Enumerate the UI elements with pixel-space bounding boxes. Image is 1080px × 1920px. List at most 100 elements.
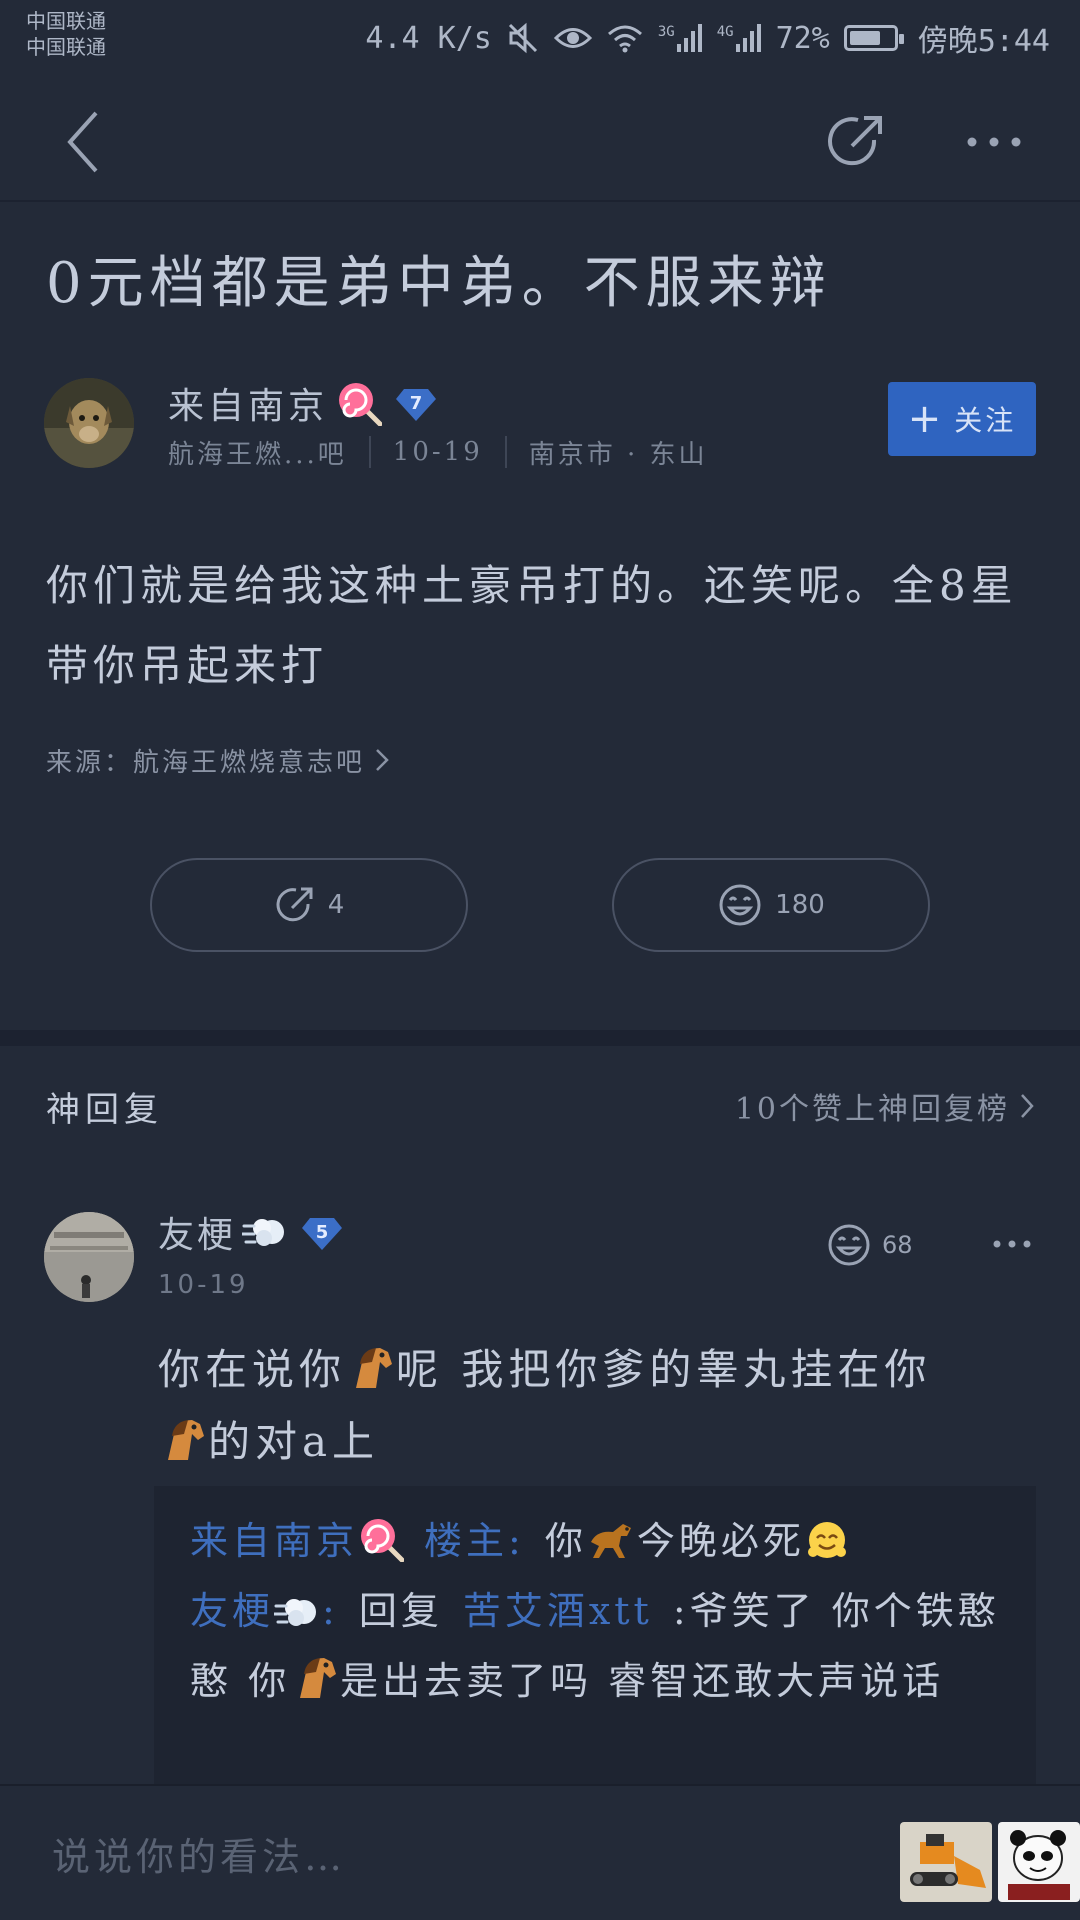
op-tag: 楼主: [424,1519,525,1563]
subreply-colon: : [322,1589,339,1633]
reply-avatar[interactable] [44,1212,134,1302]
reply-like-button[interactable]: 68 [826,1220,913,1270]
chevron-right-icon [376,749,389,771]
bulldozer-sticker-button[interactable] [900,1822,992,1902]
horse-emoji-icon [300,1658,337,1698]
share-count: 4 [327,890,345,920]
follow-button[interactable]: + 关注 [888,382,1036,456]
reply-more-button[interactable] [990,1226,1034,1262]
panda-sticker-icon [998,1822,1080,1902]
signal-4g: 4G [717,24,762,52]
more-button[interactable] [956,104,1032,180]
clock: 傍晚5:44 [917,24,1050,59]
reply-word: 回复 [358,1589,443,1633]
subreply-text: 你 [544,1519,587,1563]
signal-3g: 3G [658,24,703,52]
author-name[interactable]: 来自南京 7 [168,378,437,428]
reply-date: 10-19 [158,1270,249,1300]
lollipop-emoji-icon [339,383,383,426]
post-date: 10-19 [392,437,483,467]
reply-text-3: 的对a上 [208,1417,380,1466]
comment-bar: 说说你的看法… [0,1784,1080,1920]
signal-bars-icon [735,24,761,52]
comment-input[interactable]: 说说你的看法… [52,1826,346,1881]
meta-separator [368,436,371,468]
carrier-2: 中国联通 [26,35,106,59]
author-meta: 航海王燃...吧 10-19 南京市 · 东山 [168,434,708,470]
author-name-text: 来自南京 [168,386,329,427]
like-pill-button[interactable]: 180 [612,858,930,952]
god-reply-rank-label: 10个赞上神回复榜 [734,1092,1010,1127]
reply-text-2: 呢 我把你爹的睾丸挂在你 [396,1345,932,1394]
signal-3g-label: 3G [657,24,675,40]
level-badge: 5 [302,1212,343,1252]
subreply-text: 是出去卖了吗 睿智还敢大声说话 [340,1659,945,1703]
god-reply-header: 神回复 10个赞上神回复榜 [46,1078,1036,1134]
horse-emoji-icon [168,1420,204,1460]
share-button[interactable] [818,104,894,180]
post-location: 南京市 · 东山 [528,439,708,470]
chevron-right-icon [1021,1094,1034,1118]
section-divider [0,1030,1080,1046]
meta-separator [504,436,507,468]
reply-author-name: 友梗 [158,1215,237,1256]
panda-sticker-button[interactable] [998,1822,1080,1902]
crowd-avatar-image [44,1212,134,1302]
share-pill-button[interactable]: 4 [150,858,468,952]
horse-emoji-icon [356,1348,393,1388]
like-count: 180 [775,890,825,920]
battery-icon [843,25,904,51]
net-speed: 4.4 K/s [365,20,492,56]
smiling-face-emoji-icon [807,1522,846,1558]
source-link[interactable]: 来源：航海王燃烧意志吧 [46,740,391,780]
subreply-box[interactable]: 来自南京 楼主: 你 今晚必死 友梗 : 回复 苦艾酒xtt:爷笑了 你个铁憨憨 你 … [154,1486,1036,1786]
status-indicators: 4.4 K/s 3G 4G 72% 傍晚5:44 [365,16,1050,60]
mute-icon [508,22,537,54]
dash-cloud-emoji-icon [242,1219,285,1246]
subreply-2: 友梗 : 回复 苦艾酒xtt:爷笑了 你个铁憨憨 你 是出去卖了吗 睿智还敢大声说话 [190,1576,1000,1716]
author-avatar[interactable] [44,378,134,468]
top-navbar [0,80,1080,202]
post-body: 你们就是给我这种土豪吊打的。还笑呢。全8星带你吊起来打 [46,561,1018,690]
share-icon [828,116,882,166]
level-badge: 7 [396,383,437,423]
battery-percent: 72% [775,20,830,56]
subreply-text: 今晚必死 [636,1519,805,1563]
reply-like-count: 68 [882,1231,913,1259]
reply-author[interactable]: 友梗 5 [158,1204,343,1260]
battery-fill [849,31,880,45]
wifi-icon [607,25,642,53]
dash-cloud-emoji-icon [274,1599,317,1626]
back-icon [67,111,98,173]
source-label: 来源：航海王燃烧意志吧 [46,747,366,778]
author-row: 来自南京 7 航海王燃...吧 10-19 南京市 · 东山 + 关注 [44,378,1036,470]
share-icon [276,887,313,922]
more-icon [993,1240,1031,1248]
reply-body: 你在说你 呢 我把你爹的睾丸挂在你 的对a上 [158,1334,1038,1478]
more-icon [967,137,1021,147]
follow-label: 关注 [954,404,1017,437]
level-number: 7 [409,392,423,414]
status-bar: 中国联通 中国联通 4.4 K/s 3G 4G 72% 傍晚5:44 [0,0,1080,80]
signal-4g-label: 4G [716,24,734,40]
level-number: 5 [315,1221,329,1243]
god-reply-rank-link[interactable]: 10个赞上神回复榜 [735,1084,1036,1128]
signal-bars-icon [676,24,702,52]
subreply-user[interactable]: 来自南京 [190,1519,358,1563]
reply-target-user[interactable]: 苦艾酒xtt [463,1589,653,1633]
subreply-1: 来自南京 楼主: 你 今晚必死 [190,1506,1000,1576]
dog-avatar-image [44,378,134,468]
laughing-face-icon [828,1224,870,1266]
eye-icon [553,28,592,48]
subreply-user[interactable]: 友梗 [190,1589,274,1633]
bulldozer-sticker-icon [900,1822,992,1902]
author-forum[interactable]: 航海王燃...吧 [168,434,347,471]
reply-text-1: 你在说你 [158,1345,347,1394]
back-button[interactable] [46,104,122,180]
laughing-face-icon [719,884,761,926]
post-title: 0元档都是弟中弟。不服来辩 [46,251,832,316]
god-reply-title: 神回复 [46,1089,163,1130]
carrier-1: 中国联通 [26,9,106,33]
plus-icon: + [907,396,945,442]
carrier-info: 中国联通 中国联通 [26,8,106,60]
